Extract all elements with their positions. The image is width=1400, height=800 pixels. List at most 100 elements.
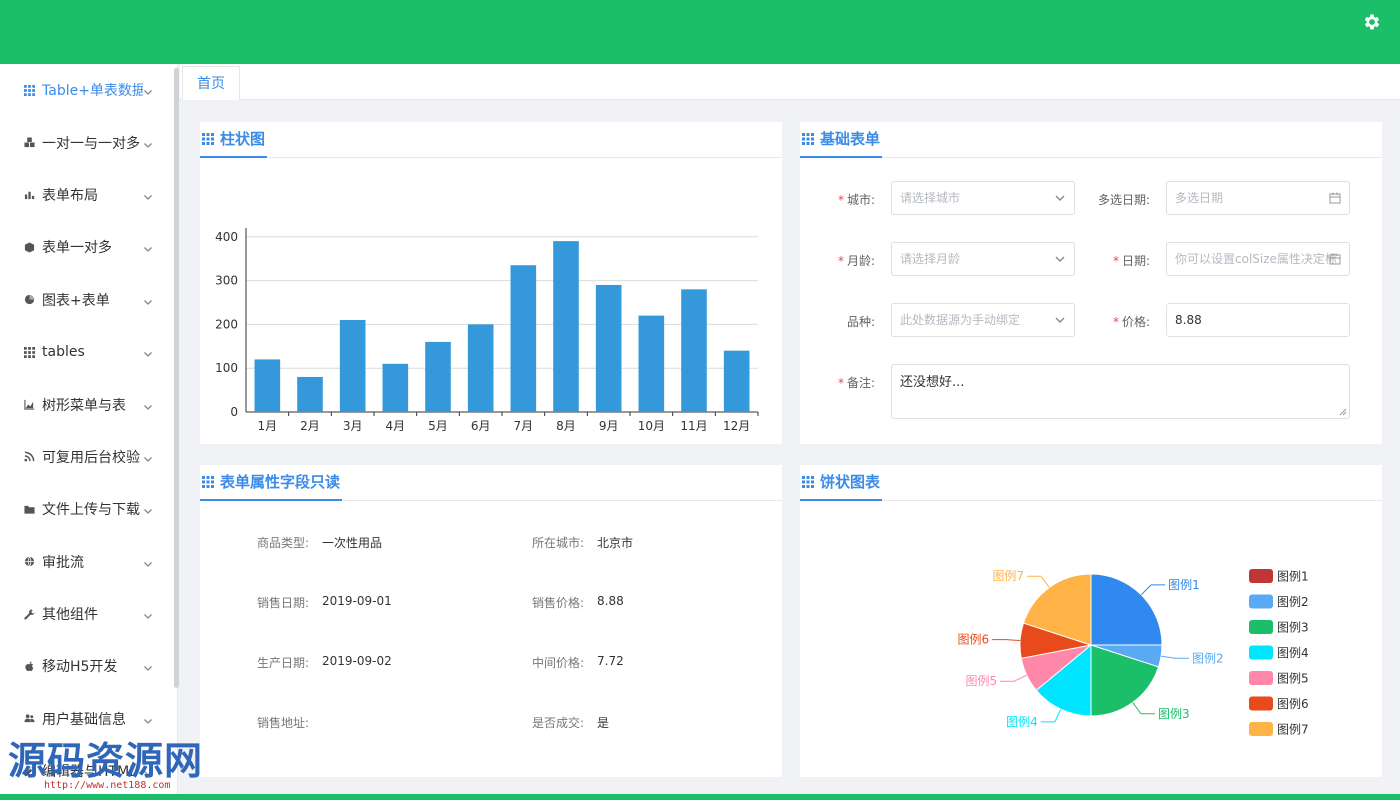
field-value: 北京市 [597,536,634,550]
sidebar-item[interactable]: 可复用后台校验 [0,431,177,483]
sidebar-item[interactable]: 一对一与一对多 [0,116,177,168]
pie-slice-label: 图例3 [1158,707,1190,721]
card-title: 基础表单 [800,122,883,158]
chevron-down-icon [1055,195,1065,201]
chevron-down-icon [1055,317,1065,323]
breed-label-text: 品种: [846,315,875,329]
legend-label[interactable]: 图例6 [1277,697,1309,711]
bar[interactable] [425,341,451,412]
field-value: 是 [597,716,610,730]
note-textarea[interactable]: 还没想好... [891,364,1350,419]
sidebar-item[interactable]: Table+单表数据 [0,64,177,116]
field-label: 商品类型: [257,536,310,550]
bar-chart: 0 100 200 300 400 1月 2月 3月 4月 5月 6月 7月 8月 9月 10月 11月 12月 [215,228,759,433]
legend-swatch[interactable] [1249,620,1273,634]
required-mark: * [1112,315,1119,329]
legend-swatch[interactable] [1249,722,1273,736]
pie-label-line [1132,702,1155,715]
y-tick-label: 300 [215,274,238,288]
pie-label-line [1161,655,1189,659]
sidebar-item[interactable]: 树形菜单与表 [0,378,177,430]
legend-swatch[interactable] [1249,671,1273,685]
bar[interactable] [723,350,750,412]
sidebar-item-label: 移动H5开发 [42,659,118,676]
legend-swatch[interactable] [1249,569,1273,583]
sidebar-item[interactable]: 移动H5开发 [0,640,177,692]
city-select[interactable]: 请选择城市 [891,181,1075,215]
sidebar-scrollbar[interactable] [174,68,179,688]
legend-label[interactable]: 图例4 [1277,646,1309,660]
multi-date-label-text: 多选日期: [1097,193,1150,207]
resize-handle-icon[interactable] [1339,408,1347,416]
legend-label[interactable]: 图例2 [1277,595,1309,609]
legend-swatch[interactable] [1249,696,1273,711]
bar-chart-icon [22,188,36,202]
sidebar-item[interactable]: 表单布局 [0,169,177,221]
gear-icon[interactable] [1362,12,1382,32]
sidebar-item[interactable]: 图表+表单 [0,274,177,326]
legend-label[interactable]: 图例5 [1277,672,1309,686]
chevron-down-icon [143,452,153,462]
calendar-icon [1329,253,1341,265]
pie-label-line [992,639,1021,642]
age-select[interactable]: 请选择月龄 [891,242,1075,276]
bar[interactable] [254,359,281,412]
city-label-text: 城市: [846,193,875,207]
legend-label[interactable]: 图例1 [1277,570,1309,584]
field-label: 中间价格: [532,656,585,670]
bar[interactable] [681,289,707,412]
grid-icon [802,133,814,145]
pie-slice-label: 图例4 [1006,715,1038,729]
legend-swatch[interactable] [1249,645,1273,660]
price-label-text: 价格: [1121,315,1150,329]
bar[interactable] [382,363,409,412]
legend-swatch[interactable] [1249,594,1273,609]
sidebar-item[interactable]: 其他组件 [0,588,177,640]
age-placeholder: 请选择月龄 [900,252,961,266]
bar[interactable] [510,265,537,412]
sidebar-item[interactable]: 审批流 [0,536,177,588]
bar[interactable] [595,284,622,412]
card-header: 柱状图 [200,122,782,158]
chevron-down-icon [143,138,153,148]
breed-select[interactable]: 此处数据源为手动绑定 [891,303,1075,337]
multi-date-picker[interactable]: 多选日期 [1166,181,1350,215]
date-picker[interactable]: 你可以设置colSize属性决定标 [1166,242,1350,276]
price-input[interactable]: 8.88 [1166,303,1350,337]
bar[interactable] [339,320,366,412]
y-tick-label: 400 [215,230,238,244]
city-label: * 城市: [820,191,875,208]
area-chart-icon [22,398,36,412]
sidebar-item-label: 审批流 [42,554,84,571]
x-tick-label: 8月 [556,419,576,433]
chevron-down-icon [143,400,153,410]
price-value: 8.88 [1175,313,1202,327]
grid-icon [202,476,214,488]
city-placeholder: 请选择城市 [900,191,961,205]
field-label: 生产日期: [257,656,310,670]
x-tick-label: 5月 [428,419,448,433]
sidebar-item[interactable]: tables [0,326,177,378]
multi-date-label: 多选日期: [1090,191,1150,208]
sidebar-item[interactable]: 文件上传与下载 [0,483,177,535]
users-icon [22,712,36,726]
chevron-down-icon [143,504,153,515]
sidebar-item-label: Table+单表数据 [42,83,143,100]
bar[interactable] [467,324,494,412]
field-label: 销售日期: [257,596,310,610]
legend-label[interactable]: 图例3 [1277,621,1309,635]
sidebar-item[interactable]: 表单一对多 [0,221,177,273]
bar[interactable] [297,376,323,412]
y-tick-label: 200 [215,317,238,331]
legend-label[interactable]: 图例7 [1277,723,1309,737]
tab-home[interactable]: 首页 [182,66,240,100]
chevron-down-icon [143,714,153,724]
pie-chart-icon [22,293,36,307]
bar[interactable] [553,241,579,412]
chevron-down-icon [143,557,153,567]
chevron-down-icon [143,661,153,672]
x-tick-label: 12月 [723,419,750,433]
card-title: 柱状图 [200,122,268,158]
cubes-icon [22,136,36,150]
bar[interactable] [638,315,665,412]
